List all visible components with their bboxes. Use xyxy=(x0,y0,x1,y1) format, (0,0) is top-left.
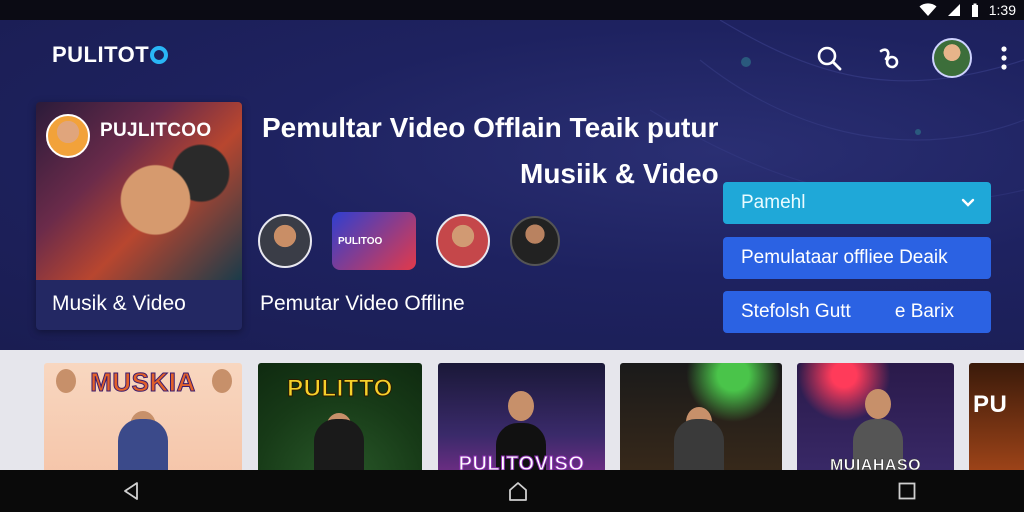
more-vert-icon xyxy=(1001,46,1007,70)
artist-avatar[interactable] xyxy=(258,214,312,268)
offline-player-label: Pemulataar offliee Deaik xyxy=(741,247,948,268)
hero-title-line1: Pemultar Video Offlain Teaik putur xyxy=(262,112,719,143)
logo-ring-icon xyxy=(150,46,169,64)
featured-thumbnail: PUJLITCOO xyxy=(36,102,242,280)
cast-button[interactable] xyxy=(872,41,906,75)
video-tile-title: PULITOVISO xyxy=(458,453,585,471)
video-tile[interactable]: PULITTO xyxy=(258,363,422,470)
refresh-button[interactable]: Stefolsh Gutt e Barix xyxy=(723,291,991,333)
artist-avatars: PULITOO xyxy=(258,212,560,270)
category-dropdown[interactable]: Pamehl xyxy=(723,182,991,224)
video-tile[interactable] xyxy=(620,363,782,470)
app-logo[interactable]: PULITOT xyxy=(52,42,169,68)
hero-section: PULITOT PUJLITCOO Musik & Video Pemultar… xyxy=(0,20,1024,350)
channel-badge xyxy=(46,114,90,158)
avatar-badge-text: PULITOO xyxy=(338,235,383,247)
refresh-label-left: Stefolsh Gutt xyxy=(741,301,851,322)
status-time: 1:39 xyxy=(988,2,1016,18)
back-button[interactable] xyxy=(116,478,146,504)
offline-player-button[interactable]: Pemulataar offliee Deaik xyxy=(723,237,991,279)
more-options-button[interactable] xyxy=(998,41,1010,75)
video-strip: MUSKIA PULITTO PULITOVISO MUIAHASO PU xyxy=(0,350,1024,470)
cast-icon xyxy=(879,48,899,69)
top-actions xyxy=(812,38,1010,78)
status-icons: 1:39 xyxy=(919,1,1016,19)
video-tile-title: MUIAHASO xyxy=(829,457,922,470)
signal-icon xyxy=(947,4,960,16)
home-button[interactable] xyxy=(503,478,533,504)
hero-subtitle: Pemutar Video Offline xyxy=(260,292,465,315)
video-tile-title: PULITTO xyxy=(287,375,393,403)
featured-thumb-title: PUJLITCOO xyxy=(100,120,212,141)
hero-title-line2: Musiik & Video xyxy=(520,158,719,189)
status-bar: 1:39 xyxy=(0,0,1024,20)
chevron-down-icon xyxy=(961,198,975,207)
featured-video-card[interactable]: PUJLITCOO Musik & Video xyxy=(36,102,242,330)
video-tile[interactable]: PULITOVISO xyxy=(438,363,605,470)
dropdown-label: Pamehl xyxy=(741,192,806,213)
battery-icon xyxy=(971,3,978,17)
featured-label: Musik & Video xyxy=(52,292,186,315)
refresh-label-right: e Barix xyxy=(894,301,954,322)
video-tile[interactable]: PU xyxy=(969,363,1024,470)
recents-button[interactable] xyxy=(892,478,922,504)
wifi-icon xyxy=(919,3,937,16)
profile-avatar[interactable] xyxy=(932,38,972,78)
search-icon xyxy=(817,46,842,71)
artist-avatar[interactable] xyxy=(510,216,560,266)
system-nav-bar xyxy=(0,470,1024,512)
search-button[interactable] xyxy=(812,41,846,75)
app-logo-text: PULITOT xyxy=(52,42,150,67)
home-icon xyxy=(509,482,527,501)
back-icon xyxy=(124,482,138,500)
video-tile[interactable]: MUIAHASO xyxy=(797,363,954,470)
artist-avatar[interactable]: PULITOO xyxy=(332,212,416,270)
artist-avatar[interactable] xyxy=(436,214,490,268)
video-tile-title: PU xyxy=(973,391,1008,418)
video-tile[interactable]: MUSKIA xyxy=(44,363,242,470)
recents-icon xyxy=(898,482,916,500)
